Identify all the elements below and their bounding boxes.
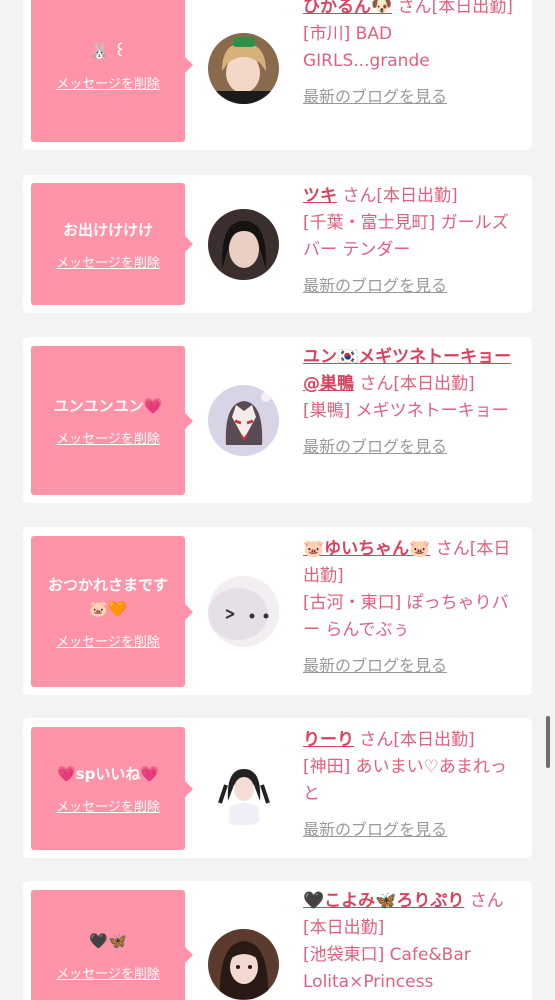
cast-info: 🐷ゆいちゃん🐷 さん[本日出勤] [古河・東口] ぽっちゃりバー らんでぶぅ 最… <box>303 536 521 680</box>
cast-name-link[interactable]: りーり <box>303 730 354 750</box>
shop-label: [神田] あいまい♡あまれっと <box>303 757 507 804</box>
avatar[interactable] <box>208 929 279 1000</box>
list-item: 🖤🦋 メッセージを削除 🖤こよみ🦋ろりぷり さん[本日出勤] [池袋東口] Ca… <box>23 881 532 1000</box>
message-bubble: 🖤🦋 メッセージを削除 <box>31 890 193 1000</box>
avatar-photo <box>208 209 279 280</box>
avatar[interactable] <box>208 385 279 456</box>
cast-info: 🖤こよみ🦋ろりぷり さん[本日出勤] [池袋東口] Cafe&Bar Lolit… <box>303 888 521 1000</box>
shop-label: [市川] BAD GIRLS...grande <box>303 24 430 71</box>
cast-info: ツキ さん[本日出勤] [千葉・富士見町] ガールズバー テンダー 最新のブログ… <box>303 183 521 300</box>
message-list: 🐰 ꒰ メッセージを削除 ひかるん🐶 さん[本日出勤] [市川] BAD GIR… <box>0 0 555 1000</box>
avatar-photo <box>208 929 279 1000</box>
cast-status: さん[本日出勤] <box>342 186 458 206</box>
latest-blog-link[interactable]: 最新のブログを見る <box>303 272 447 299</box>
list-item: おつかれさまです🐷🧡 メッセージを削除 🐷ゆいちゃん🐷 さん[本日出勤] [古河… <box>23 527 532 695</box>
message-bubble: おつかれさまです🐷🧡 メッセージを削除 <box>31 536 193 687</box>
message-text: 🐰 ꒰ <box>90 41 126 60</box>
cast-status: さん[本日出勤] <box>397 0 513 17</box>
list-item: 🐰 ꒰ メッセージを削除 ひかるん🐶 さん[本日出勤] [市川] BAD GIR… <box>23 0 532 150</box>
cast-status: さん[本日出勤] <box>359 730 475 750</box>
avatar-photo <box>208 385 279 456</box>
message-bubble: 🐰 ꒰ メッセージを削除 <box>31 0 193 142</box>
avatar[interactable] <box>208 576 279 647</box>
avatar-photo <box>208 576 279 647</box>
list-item: ユンユンユン💗 メッセージを削除 ユン🇰🇷メギツネトーキョー@巣鴨 さん[本日出… <box>23 337 532 503</box>
avatar-photo <box>208 755 279 826</box>
delete-message-link[interactable]: メッセージを削除 <box>56 73 160 92</box>
avatar[interactable] <box>208 755 279 826</box>
latest-blog-link[interactable]: 最新のブログを見る <box>303 652 447 679</box>
message-text: ユンユンユン💗 <box>53 397 163 415</box>
delete-message-link[interactable]: メッセージを削除 <box>56 428 160 447</box>
message-bubble: ユンユンユン💗 メッセージを削除 <box>31 346 193 495</box>
cast-info: ひかるん🐶 さん[本日出勤] [市川] BAD GIRLS...grande 最… <box>303 0 521 111</box>
message-text: おつかれさまです🐷🧡 <box>47 576 168 618</box>
message-bubble: 💗spいいね💗 メッセージを削除 <box>31 727 193 850</box>
cast-name-link[interactable]: ツキ <box>303 186 337 206</box>
cast-name-link[interactable]: 🐷ゆいちゃん🐷 <box>303 539 430 559</box>
avatar-photo <box>208 33 279 104</box>
shop-label: [古河・東口] ぽっちゃりバー らんでぶぅ <box>303 593 509 640</box>
latest-blog-link[interactable]: 最新のブログを見る <box>303 433 447 460</box>
list-item: 💗spいいね💗 メッセージを削除 りーり さん[本日出勤] [神田] あいまい♡… <box>23 718 532 858</box>
cast-info: ユン🇰🇷メギツネトーキョー@巣鴨 さん[本日出勤] [巣鴨] メギツネトーキョー… <box>303 344 521 461</box>
shop-label: [巣鴨] メギツネトーキョー <box>303 401 509 421</box>
delete-message-link[interactable]: メッセージを削除 <box>56 963 160 982</box>
cast-name-link[interactable]: 🖤こよみ🦋ろりぷり <box>303 891 464 911</box>
message-text: お出けけけけ <box>62 220 153 239</box>
avatar[interactable] <box>208 209 279 280</box>
shop-label: [千葉・富士見町] ガールズバー テンダー <box>303 213 509 260</box>
cast-name-link[interactable]: ひかるん🐶 <box>303 0 392 17</box>
latest-blog-link[interactable]: 最新のブログを見る <box>303 83 447 110</box>
delete-message-link[interactable]: メッセージを削除 <box>56 631 160 650</box>
message-text: 💗spいいね💗 <box>56 765 160 783</box>
delete-message-link[interactable]: メッセージを削除 <box>56 252 160 271</box>
delete-message-link[interactable]: メッセージを削除 <box>56 796 160 815</box>
cast-info: りーり さん[本日出勤] [神田] あいまい♡あまれっと 最新のブログを見る <box>303 727 521 844</box>
cast-status: さん[本日出勤] <box>359 374 475 394</box>
avatar[interactable] <box>208 33 279 104</box>
latest-blog-link[interactable]: 最新のブログを見る <box>303 816 447 843</box>
scrollbar-thumb[interactable] <box>546 716 550 768</box>
message-text: 🖤🦋 <box>89 931 127 950</box>
list-item: お出けけけけ メッセージを削除 ツキ さん[本日出勤] [千葉・富士見町] ガー… <box>23 175 532 313</box>
shop-label: [池袋東口] Cafe&Bar Lolita×Princess <box>303 945 471 992</box>
message-bubble: お出けけけけ メッセージを削除 <box>31 183 193 305</box>
